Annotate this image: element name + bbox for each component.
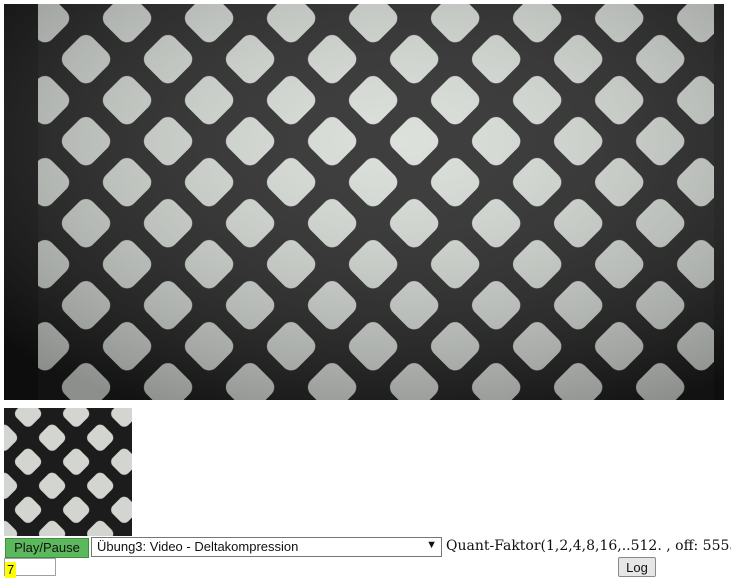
quant-factor-input[interactable]: 7 <box>4 558 56 578</box>
mode-select[interactable]: Übung3: Video - Deltakompression ▼ <box>91 537 442 557</box>
video-thumbnail-image <box>4 408 132 536</box>
controls-row: Play/Pause Übung3: Video - Deltakompress… <box>4 536 731 558</box>
play-pause-button[interactable]: Play/Pause <box>5 538 89 558</box>
chevron-down-icon: ▼ <box>426 539 437 551</box>
video-main-frame <box>4 4 724 400</box>
log-button[interactable]: Log <box>618 557 656 577</box>
mode-select-value: Übung3: Video - Deltakompression <box>97 539 299 554</box>
quant-factor-value: 7 <box>5 562 17 578</box>
video-main-image <box>4 4 724 400</box>
video-thumbnail-frame <box>4 408 132 536</box>
quant-factor-label: Quant-Faktor(1,2,4,8,16,..512. , off: 55… <box>446 538 731 554</box>
